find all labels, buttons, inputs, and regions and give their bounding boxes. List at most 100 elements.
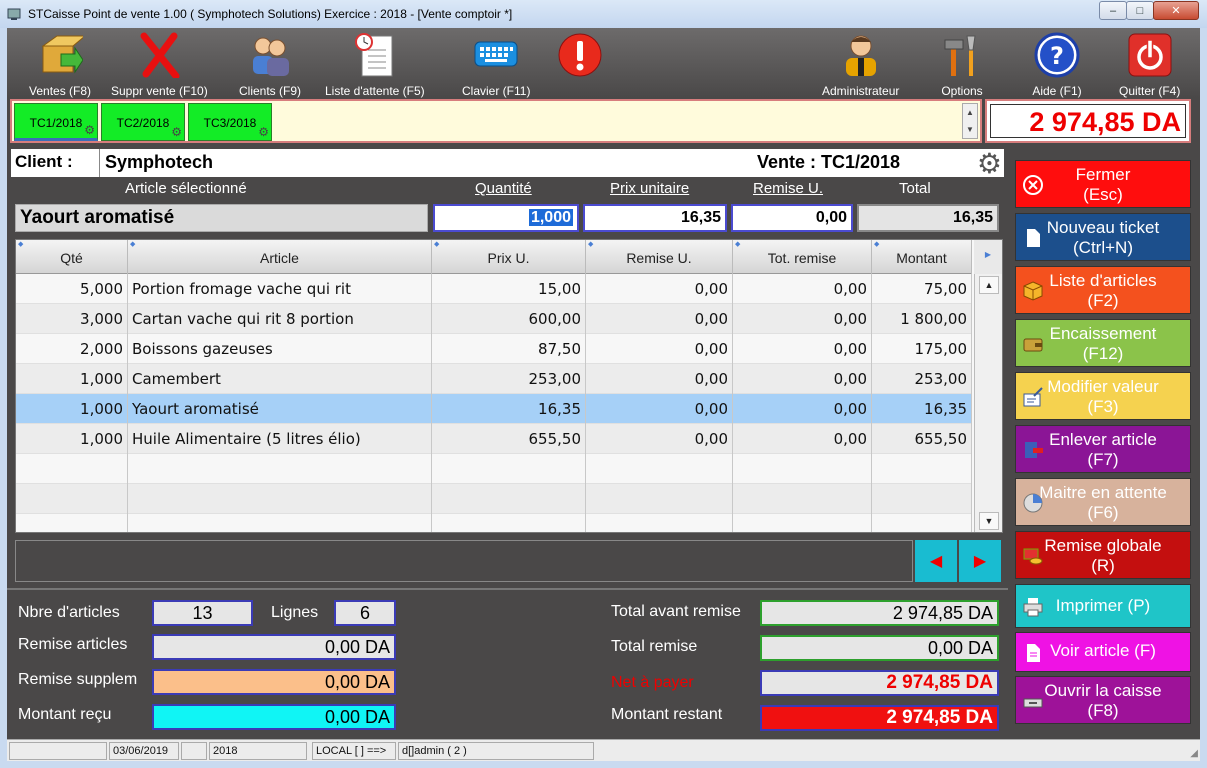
- table-row[interactable]: 2,000 Boissons gazeuses 87,50 0,00 0,00 175,0…: [16, 334, 972, 364]
- resize-grip-icon[interactable]: ◢: [1190, 748, 1198, 759]
- client-bar: Client : Symphotech Vente : TC1/2018 ⚙: [11, 147, 1004, 180]
- wallet-icon: [1023, 338, 1043, 352]
- table-row[interactable]: 1,000 Yaourt aromatisé 16,35 0,00 0,00 16,35: [16, 394, 972, 424]
- suppr-vente-label: Suppr vente (F10): [111, 84, 208, 98]
- net-a-payer-value: 2 974,85 DA: [760, 670, 999, 696]
- prix-input[interactable]: 16,35: [583, 204, 727, 232]
- suppr-vente-button[interactable]: Suppr vente (F10): [111, 30, 208, 98]
- table-row[interactable]: 5,000 Portion fromage vache qui rit 15,00 0…: [16, 274, 972, 304]
- table-cell: 3,000: [16, 304, 128, 334]
- montant-recu-input[interactable]: 0,00 DA: [152, 704, 396, 730]
- remise-globale-button[interactable]: Remise globale (R): [1015, 531, 1191, 579]
- remise-supplem-input[interactable]: 0,00 DA: [152, 669, 396, 695]
- sort-icon: ◆: [588, 241, 594, 248]
- table-cell: [733, 454, 872, 484]
- alert-button[interactable]: [555, 30, 605, 80]
- liste-attente-button[interactable]: Liste d'attente (F5): [325, 30, 425, 98]
- status-cell-empty: [181, 742, 207, 760]
- scroll-down-icon[interactable]: ▼: [979, 512, 999, 530]
- settings-gear-icon[interactable]: ⚙: [977, 147, 1002, 180]
- remise-input[interactable]: 0,00: [731, 204, 853, 232]
- aide-button[interactable]: ? Aide (F1): [1032, 30, 1082, 98]
- table-cell: 0,00: [733, 274, 872, 304]
- table-cell: 0,00: [733, 304, 872, 334]
- hdr-article: Article sélectionné: [125, 180, 247, 197]
- nouveau-ticket-button[interactable]: Nouveau ticket (Ctrl+N): [1015, 213, 1191, 261]
- liste-articles-button[interactable]: Liste d'articles (F2): [1015, 266, 1191, 314]
- table-cell: [872, 454, 972, 484]
- scroll-up-icon[interactable]: ▲: [979, 276, 999, 294]
- table-cell: 1,000: [16, 394, 128, 424]
- quantite-input[interactable]: 1,000: [433, 204, 579, 232]
- table-cell: Portion fromage vache qui rit: [128, 274, 432, 304]
- fermer-button[interactable]: Fermer (Esc): [1015, 160, 1191, 208]
- nbre-articles-label: Nbre d'articles: [18, 604, 120, 621]
- next-button[interactable]: ▶: [959, 540, 1001, 582]
- sort-icon: ◆: [735, 241, 741, 248]
- clients-label: Clients (F9): [239, 84, 302, 98]
- col-header-qte[interactable]: ◆ Qté: [16, 240, 128, 274]
- table-cell: [872, 484, 972, 514]
- table-cell: 16,35: [432, 394, 586, 424]
- arrow-right-icon: ▶: [973, 553, 987, 570]
- status-date: 03/06/2019: [109, 742, 179, 760]
- total-remise-label: Total remise: [611, 638, 698, 655]
- scroll-down-icon[interactable]: ▼: [963, 121, 977, 138]
- empty-row[interactable]: [16, 454, 972, 484]
- tab-tc1[interactable]: TC1/2018 ⚙: [14, 103, 98, 141]
- hdr-quantite: Quantité: [475, 180, 532, 197]
- col-header-label: Qté: [60, 250, 83, 266]
- maximize-button[interactable]: □: [1126, 1, 1154, 20]
- options-button[interactable]: Options: [937, 30, 987, 98]
- table-cell: 5,000: [16, 274, 128, 304]
- col-header-label: Remise U.: [626, 250, 692, 266]
- empty-row[interactable]: [16, 514, 972, 532]
- col-header-tot-remise[interactable]: ◆ Tot. remise: [733, 240, 872, 274]
- ventes-label: Ventes (F8): [29, 84, 92, 98]
- administrateur-button[interactable]: Administrateur: [822, 30, 899, 98]
- table-cell: 0,00: [586, 274, 733, 304]
- table-cell: Yaourt aromatisé: [128, 394, 432, 424]
- clavier-button[interactable]: Clavier (F11): [462, 30, 530, 98]
- col-header-remise[interactable]: ◆ Remise U.: [586, 240, 733, 274]
- ventes-button[interactable]: Ventes (F8): [29, 30, 91, 98]
- table-row[interactable]: 1,000 Huile Alimentaire (5 litres élio) 65…: [16, 424, 972, 454]
- document-icon: [1027, 644, 1040, 662]
- imprimer-button[interactable]: Imprimer (P): [1015, 584, 1191, 628]
- col-header-prix[interactable]: ◆ Prix U.: [432, 240, 586, 274]
- empty-row[interactable]: [16, 484, 972, 514]
- scroll-up-icon[interactable]: ▲: [963, 104, 977, 121]
- encaissement-button[interactable]: Encaissement (F12): [1015, 319, 1191, 367]
- table-cell: 0,00: [586, 334, 733, 364]
- maitre-en-attente-button[interactable]: Maitre en attente (F6): [1015, 478, 1191, 526]
- col-header-montant[interactable]: ◆ Montant: [872, 240, 972, 274]
- lignes-label: Lignes: [271, 604, 319, 621]
- tabs-scrollbar[interactable]: ▲ ▼: [962, 103, 978, 139]
- enlever-article-button[interactable]: Enlever article (F7): [1015, 425, 1191, 473]
- document-clock-icon: [350, 30, 400, 80]
- quitter-button[interactable]: Quitter (F4): [1119, 30, 1180, 98]
- table-cell: [432, 514, 586, 532]
- arrow-left-icon: ◀: [929, 553, 943, 570]
- ouvrir-caisse-button[interactable]: Ouvrir la caisse (F8): [1015, 676, 1191, 724]
- table-cell: [733, 514, 872, 532]
- modifier-valeur-button[interactable]: Modifier valeur (F3): [1015, 372, 1191, 420]
- user-icon: [836, 30, 886, 80]
- liste-attente-label: Liste d'attente (F5): [325, 84, 425, 98]
- columns-menu-icon[interactable]: ▶: [974, 240, 1002, 274]
- client-name[interactable]: Symphotech: [105, 152, 213, 173]
- grid-scrollbar[interactable]: ▲ ▼: [974, 274, 1002, 532]
- close-button[interactable]: ✕: [1153, 1, 1199, 20]
- table-row[interactable]: 1,000 Camembert 253,00 0,00 0,00 253,00: [16, 364, 972, 394]
- tab-tc3[interactable]: TC3/2018 ⚙: [188, 103, 272, 141]
- prev-button[interactable]: ◀: [915, 540, 957, 582]
- table-row[interactable]: 3,000 Cartan vache qui rit 8 portion 600,0…: [16, 304, 972, 334]
- edit-form-icon: [1023, 387, 1043, 407]
- delete-x-icon: [134, 30, 184, 80]
- title-bar: STCaisse Point de vente 1.00 ( Symphotec…: [0, 0, 1207, 28]
- voir-article-button[interactable]: Voir article (F): [1015, 632, 1191, 672]
- col-header-article[interactable]: ◆ Article: [128, 240, 432, 274]
- clients-button[interactable]: Clients (F9): [239, 30, 301, 98]
- minimize-button[interactable]: –: [1099, 1, 1127, 20]
- tab-tc2[interactable]: TC2/2018 ⚙: [101, 103, 185, 141]
